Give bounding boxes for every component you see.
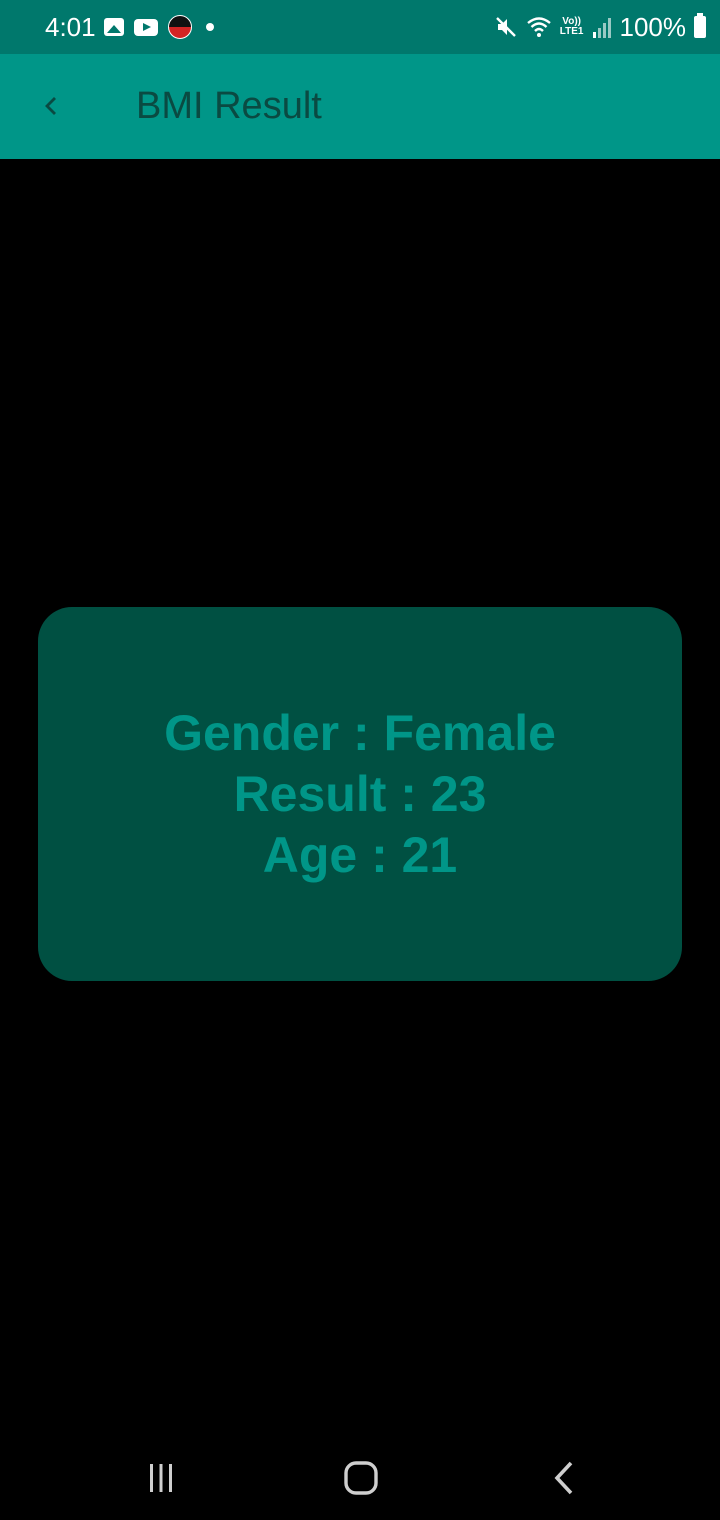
nav-back-button[interactable] bbox=[534, 1448, 594, 1508]
home-button[interactable] bbox=[331, 1448, 391, 1508]
bmi-result-card: Gender : Female Result : 23 Age : 21 bbox=[38, 607, 682, 981]
chevron-left-icon bbox=[45, 97, 56, 115]
gallery-icon bbox=[104, 18, 124, 36]
signal-icon bbox=[592, 18, 611, 38]
system-navigation-bar bbox=[0, 1430, 720, 1520]
youtube-icon bbox=[134, 18, 158, 36]
notification-dot-icon bbox=[206, 23, 214, 31]
battery-icon bbox=[694, 13, 706, 38]
app-badge-icon bbox=[168, 15, 192, 39]
status-bar: 4:01 Vo)) LTE1 100% bbox=[0, 0, 720, 54]
wifi-icon bbox=[527, 17, 551, 37]
recent-apps-icon bbox=[150, 1464, 172, 1492]
page-title: BMI Result bbox=[136, 85, 322, 127]
back-button[interactable] bbox=[22, 76, 82, 136]
status-time: 4:01 bbox=[45, 12, 96, 42]
battery-percentage: 100% bbox=[619, 12, 687, 42]
result-text: Result : 23 bbox=[233, 765, 487, 822]
recent-apps-button[interactable] bbox=[131, 1448, 191, 1508]
lte-label: LTE1 bbox=[559, 26, 584, 37]
system-status-icons: Vo)) LTE1 100% bbox=[494, 11, 706, 43]
age-text: Age : 21 bbox=[262, 826, 458, 883]
volte-icon: Vo)) LTE1 bbox=[560, 17, 584, 37]
mute-icon bbox=[495, 17, 516, 37]
gender-text: Gender : Female bbox=[164, 704, 556, 761]
home-icon bbox=[344, 1461, 378, 1495]
back-icon bbox=[554, 1461, 573, 1495]
notification-icons bbox=[104, 14, 214, 40]
app-bar: BMI Result bbox=[0, 54, 720, 159]
